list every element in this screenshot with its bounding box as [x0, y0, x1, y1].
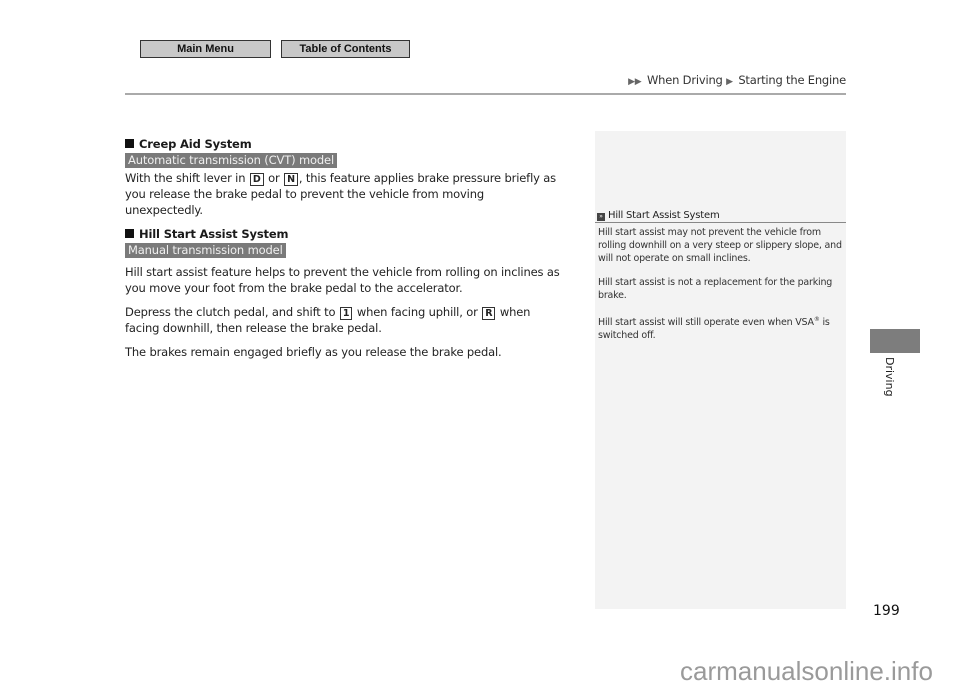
section-heading-hill-start: Hill Start Assist System — [125, 226, 565, 242]
table-of-contents-button[interactable]: Table of Contents — [281, 40, 410, 58]
header-rule — [125, 93, 846, 95]
creep-aid-paragraph: With the shift lever in D or N, this fea… — [125, 171, 557, 217]
square-bullet-icon — [125, 229, 134, 238]
chapter-tab-label: Driving — [883, 357, 896, 397]
breadcrumb: ▶▶ When Driving ▶ Starting the Engine — [628, 73, 846, 87]
triangle-icon: ▶ — [726, 77, 733, 87]
shift-key-1: 1 — [339, 307, 353, 320]
page-number: 199 — [873, 603, 900, 619]
main-content: Creep Aid System Automatic transmission … — [125, 136, 565, 368]
model-badge-manual: Manual transmission model — [125, 243, 286, 258]
reference-arrow-icon: » — [597, 213, 605, 221]
breadcrumb-starting-engine[interactable]: Starting the Engine — [738, 73, 846, 87]
sidebar-note: Hill start assist will still operate eve… — [598, 316, 830, 342]
shift-key-r: R — [482, 307, 496, 320]
watermark: carmanualsonline.info — [680, 656, 933, 686]
shift-key-n: N — [284, 173, 298, 186]
hill-start-paragraph-1: Hill start assist feature helps to preve… — [125, 265, 560, 295]
shift-key-d: D — [249, 173, 264, 186]
double-triangle-icon: ▶▶ — [628, 77, 642, 87]
hill-start-paragraph-2: Depress the clutch pedal, and shift to 1… — [125, 305, 531, 335]
square-bullet-icon — [125, 139, 134, 148]
sidebar-note: Hill start assist may not prevent the ve… — [598, 227, 842, 264]
model-badge-cvt: Automatic transmission (CVT) model — [125, 153, 338, 168]
main-menu-button[interactable]: Main Menu — [140, 40, 271, 58]
hill-start-paragraph-3: The brakes remain engaged briefly as you… — [125, 345, 502, 359]
sidebar-notes-panel: » Hill Start Assist System Hill start ass… — [595, 131, 846, 609]
chapter-tab[interactable] — [870, 329, 920, 353]
sidebar-body: Hill start assist may not prevent the ve… — [598, 226, 843, 353]
sidebar-title: » Hill Start Assist System — [595, 210, 846, 223]
section-heading-creep-aid: Creep Aid System — [125, 136, 565, 152]
sidebar-note: Hill start assist is not a replacement f… — [598, 277, 833, 301]
breadcrumb-when-driving[interactable]: When Driving — [647, 73, 723, 87]
